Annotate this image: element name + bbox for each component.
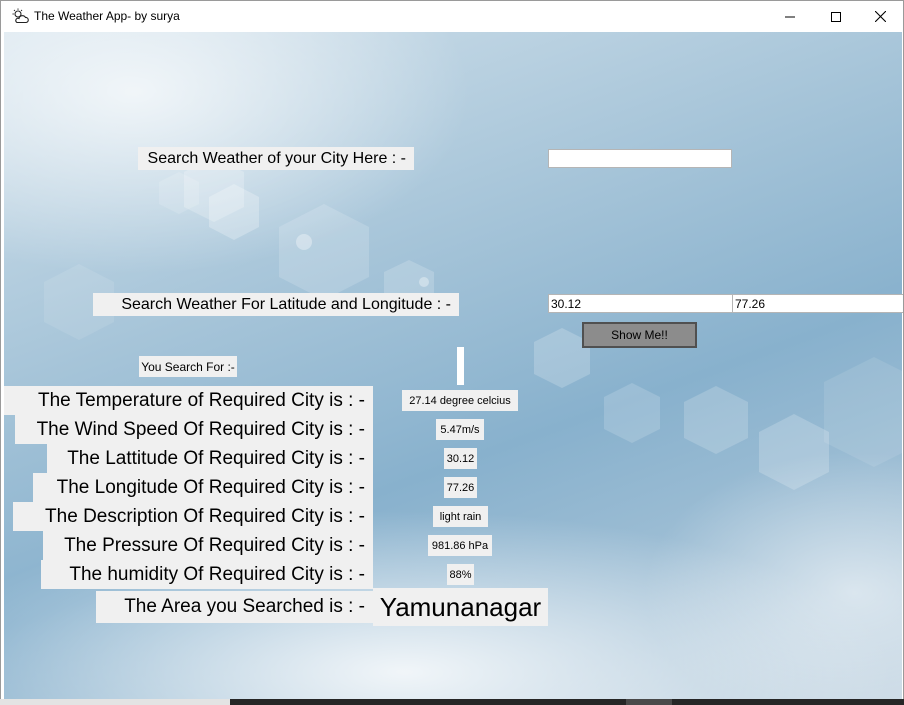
title-bar[interactable]: The Weather App- by surya xyxy=(1,1,903,32)
maximize-icon xyxy=(831,11,841,22)
wind-speed-label: The Wind Speed Of Required City is : - xyxy=(15,415,373,444)
wind-speed-value: 5.47m/s xyxy=(436,419,484,440)
you-search-for-label: You Search For :- xyxy=(139,356,237,377)
window-title: The Weather App- by surya xyxy=(34,9,180,23)
taskbar-segment xyxy=(626,699,672,705)
humidity-label: The humidity Of Required City is : - xyxy=(41,560,373,589)
area-value: Yamunanagar xyxy=(373,588,548,626)
latitude-input[interactable] xyxy=(548,294,733,313)
latlon-search-label: Search Weather For Latitude and Longitud… xyxy=(93,293,459,316)
longitude-value: 77.26 xyxy=(444,477,477,498)
latitude-value: 30.12 xyxy=(444,448,477,469)
description-label: The Description Of Required City is : - xyxy=(13,502,373,531)
show-me-button[interactable]: Show Me!! xyxy=(582,322,697,348)
city-search-label: Search Weather of your City Here : - xyxy=(138,147,414,170)
minimize-icon xyxy=(785,16,795,17)
description-value: light rain xyxy=(433,506,488,527)
maximize-button[interactable] xyxy=(813,1,859,32)
you-search-for-value xyxy=(457,347,464,385)
temperature-label: The Temperature of Required City is : - xyxy=(4,386,373,415)
close-icon xyxy=(874,11,886,22)
partly-cloudy-icon xyxy=(12,8,29,24)
city-search-input[interactable] xyxy=(548,149,732,168)
longitude-input[interactable] xyxy=(732,294,903,313)
taskbar-strip xyxy=(0,699,904,705)
pressure-label: The Pressure Of Required City is : - xyxy=(43,531,373,560)
area-label: The Area you Searched is : - xyxy=(96,591,373,623)
minimize-button[interactable] xyxy=(767,1,813,32)
humidity-value: 88% xyxy=(447,564,474,585)
pressure-value: 981.86 hPa xyxy=(428,535,492,556)
temperature-value: 27.14 degree celcius xyxy=(402,390,518,411)
taskbar-segment xyxy=(0,699,230,705)
longitude-label: The Longitude Of Required City is : - xyxy=(33,473,373,502)
latitude-label: The Lattitude Of Required City is : - xyxy=(47,444,373,473)
close-button[interactable] xyxy=(857,1,903,32)
app-window: The Weather App- by surya Search Weather… xyxy=(0,0,904,705)
